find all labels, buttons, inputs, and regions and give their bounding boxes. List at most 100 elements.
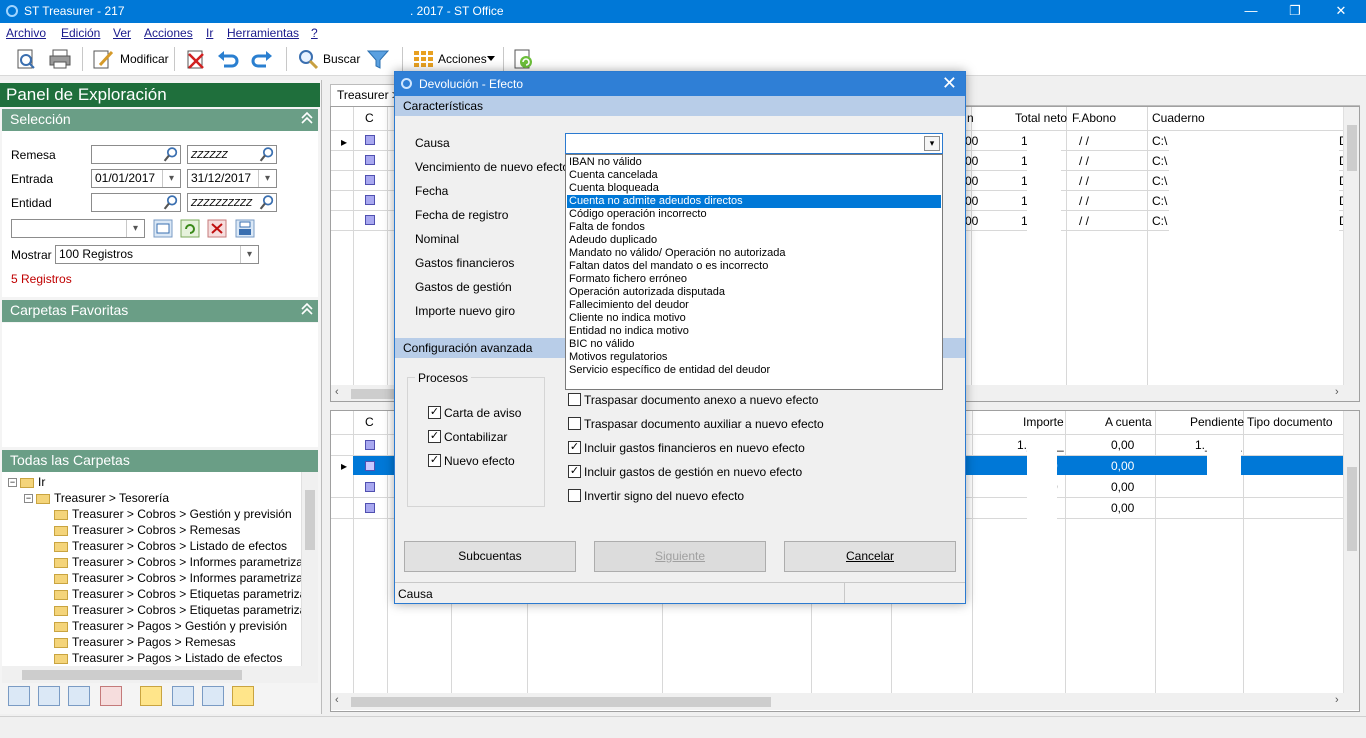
edit-icon[interactable] bbox=[91, 48, 115, 70]
list-view-icon[interactable] bbox=[8, 686, 30, 706]
calendar-icon[interactable] bbox=[153, 219, 173, 238]
causa-option[interactable]: BIC no válido bbox=[567, 338, 941, 351]
notes-icon[interactable] bbox=[140, 686, 162, 706]
menu-ir[interactable]: Ir bbox=[206, 26, 213, 40]
delete-icon[interactable] bbox=[184, 48, 208, 70]
tree-item[interactable]: − Treasurer > Tesorería bbox=[24, 491, 169, 507]
causa-option[interactable]: Falta de fondos bbox=[567, 221, 941, 234]
scroll-thumb[interactable] bbox=[1347, 467, 1357, 551]
collapse-icon[interactable] bbox=[300, 111, 314, 125]
filter-select[interactable]: ▾ bbox=[11, 219, 145, 238]
causa-option[interactable]: Cuenta cancelada bbox=[567, 169, 941, 182]
restore-button[interactable]: ❐ bbox=[1272, 0, 1318, 23]
col-header-n[interactable]: n bbox=[967, 107, 974, 129]
chevron-down-icon[interactable]: ▾ bbox=[924, 136, 940, 151]
subcuentas-button[interactable]: Subcuentas bbox=[404, 541, 576, 572]
scroll-left-icon[interactable]: ‹ bbox=[335, 694, 339, 706]
mostrar-select[interactable]: 100 Registros ▾ bbox=[55, 245, 259, 264]
tree-item[interactable]: − Ir bbox=[8, 475, 45, 491]
causa-option[interactable]: Motivos regulatorios bbox=[567, 351, 941, 364]
modify-button[interactable]: Modificar bbox=[120, 52, 169, 66]
chevron-down-icon[interactable]: ▾ bbox=[126, 220, 144, 237]
row-checkbox[interactable] bbox=[365, 461, 375, 471]
archive-icon[interactable] bbox=[172, 686, 194, 706]
refresh-icon[interactable] bbox=[180, 219, 200, 238]
preview-icon[interactable] bbox=[14, 48, 38, 70]
collapse-icon[interactable] bbox=[300, 302, 314, 316]
collapse-icon[interactable]: − bbox=[24, 494, 33, 504]
col-header-total-neto[interactable]: Total neto bbox=[1015, 107, 1067, 129]
remesa-from-field[interactable] bbox=[91, 145, 181, 164]
folder-search-icon[interactable] bbox=[232, 686, 254, 706]
entrada-to-field[interactable]: 31/12/2017 ▾ bbox=[187, 169, 277, 188]
tree-item[interactable]: Treasurer > Cobros > Gestión y previsión bbox=[54, 507, 292, 523]
row-checkbox[interactable] bbox=[365, 175, 375, 185]
close-icon[interactable]: ✕ bbox=[942, 73, 957, 94]
causa-option[interactable]: Fallecimiento del deudor bbox=[567, 299, 941, 312]
redo-icon[interactable] bbox=[250, 48, 274, 70]
search-icon[interactable] bbox=[162, 194, 180, 211]
refresh-document-icon[interactable] bbox=[511, 48, 535, 70]
all-folders-header[interactable]: Todas las Carpetas bbox=[2, 450, 318, 472]
col-header-importe[interactable]: Importe bbox=[1023, 411, 1064, 433]
scroll-thumb[interactable] bbox=[22, 670, 242, 680]
col-header-cuaderno[interactable]: Cuaderno bbox=[1152, 107, 1205, 129]
search-icon[interactable] bbox=[162, 146, 180, 163]
scroll-thumb[interactable] bbox=[1347, 125, 1357, 171]
collapse-icon[interactable]: − bbox=[8, 478, 17, 488]
causa-option[interactable]: Servicio específico de entidad del deudo… bbox=[567, 364, 941, 377]
causa-option[interactable]: IBAN no válido bbox=[567, 156, 941, 169]
scroll-thumb[interactable] bbox=[305, 490, 315, 550]
tree-item[interactable]: Treasurer > Cobros > Etiquetas parametri… bbox=[54, 603, 318, 619]
checkbox-incluir-gastos-gestion[interactable]: ✓ bbox=[568, 465, 581, 478]
filter-icon[interactable] bbox=[366, 48, 390, 70]
remesa-to-field[interactable]: ZZZZZZ bbox=[187, 145, 277, 164]
tree-item[interactable]: Treasurer > Pagos > Remesas bbox=[54, 635, 236, 651]
col-header-c[interactable]: C bbox=[365, 107, 374, 129]
checkbox-traspasar-auxiliar[interactable] bbox=[568, 417, 581, 430]
causa-option-selected[interactable]: Cuenta no admite adeudos directos bbox=[567, 195, 941, 208]
row-checkbox[interactable] bbox=[365, 503, 375, 513]
causa-option[interactable]: Cuenta bloqueada bbox=[567, 182, 941, 195]
search-icon[interactable] bbox=[258, 194, 276, 211]
favorites-header[interactable]: Carpetas Favoritas bbox=[2, 300, 318, 322]
row-checkbox[interactable] bbox=[365, 195, 375, 205]
scroll-left-icon[interactable]: ‹ bbox=[335, 386, 339, 398]
search-icon[interactable] bbox=[258, 146, 276, 163]
tree-item[interactable]: Treasurer > Cobros > Remesas bbox=[54, 523, 240, 539]
causa-option[interactable]: Adeudo duplicado bbox=[567, 234, 941, 247]
col-header-a-cuenta[interactable]: A cuenta bbox=[1105, 411, 1152, 433]
scroll-right-icon[interactable]: › bbox=[1335, 386, 1339, 398]
checkbox-invertir-signo[interactable] bbox=[568, 489, 581, 502]
causa-option[interactable]: Faltan datos del mandato o es incorrecto bbox=[567, 260, 941, 273]
tree-item[interactable]: Treasurer > Cobros > Informes parametriz… bbox=[54, 555, 318, 571]
row-checkbox[interactable] bbox=[365, 135, 375, 145]
search-button[interactable]: Buscar bbox=[323, 52, 360, 66]
col-header-pendiente[interactable]: Pendiente bbox=[1190, 411, 1244, 433]
menu-help[interactable]: ? bbox=[311, 26, 318, 40]
tasks-icon[interactable] bbox=[100, 686, 122, 706]
print-icon[interactable] bbox=[48, 48, 72, 70]
chevron-down-icon[interactable]: ▾ bbox=[162, 170, 180, 187]
entidad-from-field[interactable] bbox=[91, 193, 181, 212]
causa-option[interactable]: Formato fichero erróneo bbox=[567, 273, 941, 286]
selection-header[interactable]: Selección bbox=[2, 109, 318, 131]
menu-ver[interactable]: Ver bbox=[113, 26, 131, 40]
siguiente-button[interactable]: Siguiente bbox=[594, 541, 766, 572]
actions-dropdown[interactable]: Acciones bbox=[438, 52, 487, 66]
scroll-right-icon[interactable]: › bbox=[1335, 694, 1339, 706]
causa-option[interactable]: Operación autorizada disputada bbox=[567, 286, 941, 299]
grid-scrollbar[interactable] bbox=[1343, 411, 1359, 693]
checkbox-incluir-gastos-financieros[interactable]: ✓ bbox=[568, 441, 581, 454]
chevron-down-icon[interactable]: ▾ bbox=[258, 170, 276, 187]
actions-grid-icon[interactable] bbox=[411, 48, 435, 70]
search-icon[interactable] bbox=[296, 48, 320, 70]
tree-item[interactable]: Treasurer > Pagos > Listado de efectos bbox=[54, 651, 282, 667]
row-checkbox[interactable] bbox=[365, 482, 375, 492]
checkbox-traspasar-anexo[interactable] bbox=[568, 393, 581, 406]
menu-archivo[interactable]: Archivo bbox=[6, 26, 46, 40]
col-header-f-abono[interactable]: F.Abono bbox=[1072, 107, 1116, 129]
tree-scrollbar[interactable] bbox=[301, 472, 318, 668]
undo-icon[interactable] bbox=[216, 48, 240, 70]
clear-icon[interactable] bbox=[207, 219, 227, 238]
